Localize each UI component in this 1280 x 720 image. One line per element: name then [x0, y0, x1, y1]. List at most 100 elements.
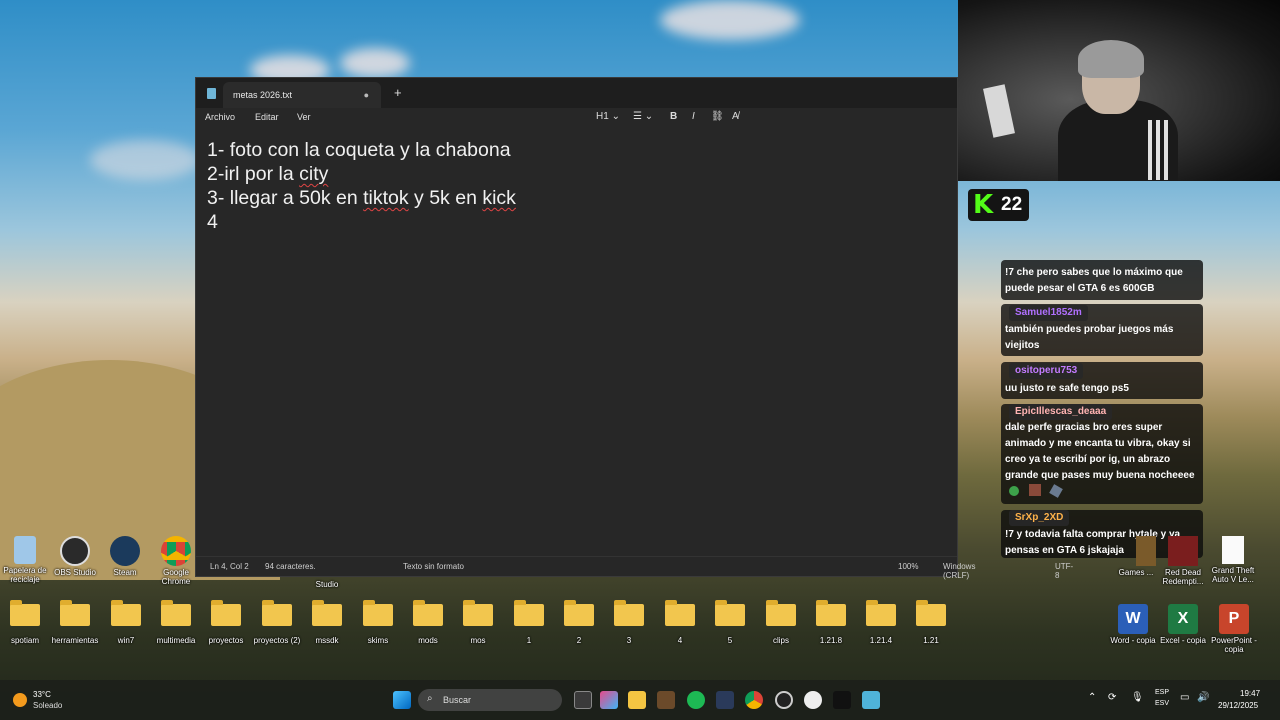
encoding[interactable]: UTF-8: [1055, 562, 1073, 580]
text-line: 4: [207, 211, 218, 233]
desktop-icon-excel[interactable]: X Excel - copia: [1158, 604, 1208, 645]
taskbar-app-icon[interactable]: [716, 691, 734, 709]
menu-editar[interactable]: Editar: [255, 112, 279, 122]
microphone-icon[interactable]: 🎙: [1131, 692, 1144, 703]
task-view-icon[interactable]: [574, 691, 592, 709]
copilot-icon[interactable]: [600, 691, 618, 709]
heading-dropdown[interactable]: H1 ⌄: [596, 111, 620, 122]
spotify-icon[interactable]: [687, 691, 705, 709]
chat-username: Samuel1852m: [1009, 305, 1088, 321]
desktop-folder[interactable]: 2: [554, 600, 604, 645]
media-player-icon[interactable]: [804, 691, 822, 709]
desktop-icon-label: Word - copia: [1110, 636, 1156, 645]
desktop-icon-label: Excel - copia: [1160, 636, 1206, 645]
bold-icon[interactable]: B: [670, 111, 677, 122]
desktop-icon-rdr[interactable]: Red Dead Redempti...: [1158, 536, 1208, 586]
recycle-bin-icon: [14, 536, 36, 564]
folder-label: proyectos: [208, 636, 244, 645]
capcut-icon[interactable]: [833, 691, 851, 709]
desktop-folder[interactable]: 1.21.4: [856, 600, 906, 645]
desktop-folder[interactable]: win7: [101, 600, 151, 645]
text-segment: y 5k en: [408, 187, 483, 209]
start-button-icon[interactable]: [393, 691, 411, 709]
chat-username: ositoperu753: [1009, 363, 1084, 379]
tab-metas-2026[interactable]: metas 2026.txt ●: [223, 82, 381, 108]
desktop-icon-gta[interactable]: Grand Theft Auto V Le...: [1208, 536, 1258, 584]
desktop-folder[interactable]: 3: [604, 600, 654, 645]
network-icon[interactable]: ▭: [1180, 692, 1189, 703]
new-tab-button[interactable]: +: [394, 85, 402, 100]
desktop-icon-label: Papelera de reciclaje: [3, 566, 47, 584]
folder-label: 5: [727, 636, 733, 645]
text-segment: 2-irl por la: [207, 163, 300, 185]
desktop-folder[interactable]: 1.21.8: [806, 600, 856, 645]
desktop-folder[interactable]: 4: [655, 600, 705, 645]
folder-icon: [665, 600, 695, 626]
sync-icon[interactable]: ⟳: [1108, 692, 1116, 703]
taskbar-app-icon[interactable]: [657, 691, 675, 709]
folder-label: 2: [576, 636, 582, 645]
chevron-up-icon[interactable]: ⌃: [1088, 692, 1096, 703]
desktop-folder[interactable]: mods: [403, 600, 453, 645]
folder-icon: [312, 600, 342, 626]
list-dropdown-icon[interactable]: ☰ ⌄: [633, 111, 653, 122]
desktop-folder[interactable]: spotiam: [0, 600, 50, 645]
desktop-icon-steam[interactable]: Steam: [100, 536, 150, 577]
cursor-position[interactable]: Ln 4, Col 2: [210, 562, 249, 571]
notepad-taskbar-icon[interactable]: [862, 691, 880, 709]
obs-taskbar-icon[interactable]: [775, 691, 793, 709]
clear-format-icon[interactable]: A̸: [732, 111, 739, 122]
desktop-icon-obs[interactable]: OBS Studio: [50, 536, 100, 577]
search-icon: ⌕: [427, 693, 433, 704]
clock-date[interactable]: 29/12/2025: [1218, 701, 1258, 710]
text-editor[interactable]: 1- foto con la coqueta y la chabona 2-ir…: [207, 138, 516, 234]
excel-icon: X: [1168, 604, 1198, 634]
language-top[interactable]: ESP: [1155, 689, 1169, 696]
desktop-folder[interactable]: proyectos (2): [252, 600, 302, 645]
folder-label: 1.21.4: [869, 636, 893, 645]
desktop-folder[interactable]: multimedia: [151, 600, 201, 645]
desktop-icon-recycle-bin[interactable]: Papelera de reciclaje: [0, 536, 50, 584]
desktop-icon-games[interactable]: Games ...: [1111, 536, 1161, 577]
desktop-folder[interactable]: clips: [756, 600, 806, 645]
unsaved-dot-icon[interactable]: ●: [364, 90, 369, 100]
desktop-icon-chrome[interactable]: Google Chrome: [151, 536, 201, 586]
folder-label: 4: [677, 636, 683, 645]
steam-icon: [110, 536, 140, 566]
desktop-folder[interactable]: 1: [504, 600, 554, 645]
chat-message: EpicIllescas_deaaa dale perfe gracias br…: [1001, 404, 1203, 504]
chrome-taskbar-icon[interactable]: [745, 691, 763, 709]
desktop-folder[interactable]: proyectos: [201, 600, 251, 645]
weather-sun-icon[interactable]: [13, 693, 27, 707]
folder-label: win7: [117, 636, 135, 645]
desktop-folder[interactable]: herramientas: [50, 600, 100, 645]
folder-label: 1.21: [923, 636, 939, 645]
file-explorer-icon[interactable]: [628, 691, 646, 709]
cloud: [340, 48, 410, 78]
chrome-icon: [161, 536, 191, 566]
taskbar-search[interactable]: ⌕ Buscar: [418, 689, 562, 711]
desktop-folder[interactable]: mssdk: [302, 600, 352, 645]
zoom-level[interactable]: 100%: [898, 562, 918, 571]
folder-icon: [715, 600, 745, 626]
menu-ver[interactable]: Ver: [297, 112, 311, 122]
weather-temp[interactable]: 33°C: [33, 690, 51, 699]
desktop-folder[interactable]: skims: [353, 600, 403, 645]
menu-archivo[interactable]: Archivo: [205, 112, 235, 122]
link-icon[interactable]: ⛓: [711, 111, 724, 122]
volume-icon[interactable]: 🔊: [1197, 692, 1209, 703]
language-bottom[interactable]: ESV: [1155, 700, 1169, 707]
line-ending[interactable]: Windows (CRLF): [943, 562, 975, 580]
weather-desc[interactable]: Soleado: [33, 701, 62, 710]
desktop-folder[interactable]: 5: [705, 600, 755, 645]
folder-icon: [10, 600, 40, 626]
desktop-icon-powerpoint[interactable]: P PowerPoint - copia: [1209, 604, 1259, 654]
desktop-folder[interactable]: mos: [453, 600, 503, 645]
italic-icon[interactable]: I: [692, 111, 695, 122]
desktop-icon-word[interactable]: W Word - copia: [1108, 604, 1158, 645]
clock-time[interactable]: 19:47: [1240, 689, 1260, 698]
desktop-folder[interactable]: 1.21: [906, 600, 956, 645]
folder-label: mos: [470, 636, 486, 645]
format-label[interactable]: Texto sin formato: [403, 562, 464, 571]
desktop-icon-label: Games ...: [1118, 568, 1154, 577]
